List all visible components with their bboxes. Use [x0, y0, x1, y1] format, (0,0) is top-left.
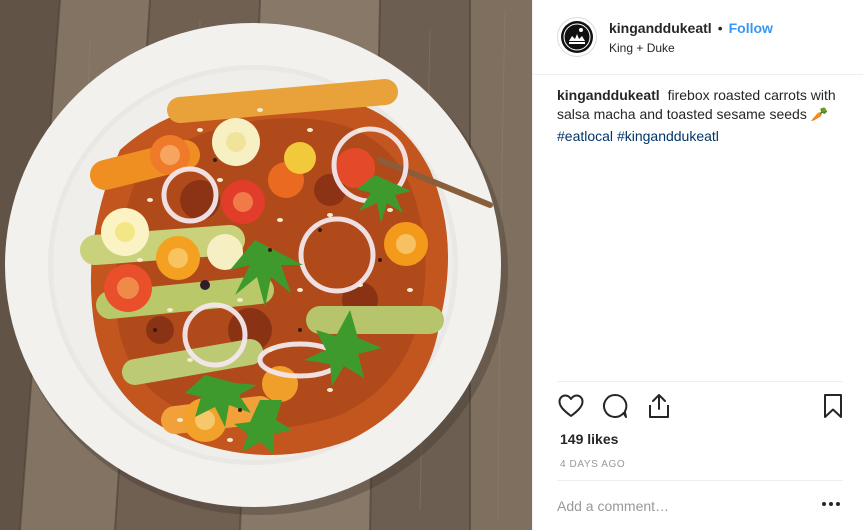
- more-dots-icon: [836, 502, 840, 506]
- bookmark-icon: [824, 394, 842, 418]
- post-view: kinganddukeatl • Follow King + Duke king…: [0, 0, 863, 530]
- header-username[interactable]: kinganddukeatl: [609, 20, 712, 36]
- comment-input[interactable]: [557, 492, 819, 520]
- caption-username[interactable]: kinganddukeatl: [557, 87, 660, 103]
- post-sidebar: kinganddukeatl • Follow King + Duke king…: [532, 0, 863, 530]
- share-upload-icon: [649, 394, 669, 418]
- more-dots-icon: [829, 502, 833, 506]
- follow-button[interactable]: Follow: [729, 20, 773, 36]
- like-count[interactable]: 149 likes: [560, 431, 618, 447]
- header-names: kinganddukeatl • Follow King + Duke: [609, 20, 773, 55]
- comment-divider: [557, 480, 843, 481]
- post-header: kinganddukeatl • Follow King + Duke: [533, 0, 863, 75]
- post-photo[interactable]: [0, 0, 532, 530]
- food-photo-illustration: [0, 0, 532, 530]
- save-button[interactable]: [819, 392, 847, 420]
- caption: kinganddukeatl firebox roasted carrots w…: [557, 86, 847, 146]
- comment-bubble-icon: [603, 393, 628, 418]
- post-timestamp: 4 DAYS AGO: [560, 459, 626, 470]
- actions-divider: [557, 381, 843, 382]
- hashtag-list: #eatlocal #kinganddukeatl: [557, 127, 847, 146]
- comment-button[interactable]: [601, 392, 629, 420]
- like-button[interactable]: [557, 392, 585, 420]
- avatar[interactable]: [557, 17, 597, 57]
- header-separator: •: [717, 19, 723, 36]
- header-row: kinganddukeatl • Follow: [609, 20, 773, 36]
- carrot-emoji: 🥕: [810, 106, 829, 122]
- heart-icon: [558, 394, 584, 417]
- share-button[interactable]: [645, 392, 673, 420]
- hashtag-eatlocal[interactable]: #eatlocal: [557, 128, 613, 144]
- caption-body: kinganddukeatl firebox roasted carrots w…: [557, 86, 847, 124]
- action-bar: [557, 392, 847, 420]
- location-link[interactable]: King + Duke: [609, 41, 773, 55]
- king-duke-logo-icon: [561, 21, 593, 53]
- hashtag-kinganddukeatl[interactable]: #kinganddukeatl: [617, 128, 719, 144]
- more-options-button[interactable]: [819, 494, 843, 514]
- more-dots-icon: [822, 502, 826, 506]
